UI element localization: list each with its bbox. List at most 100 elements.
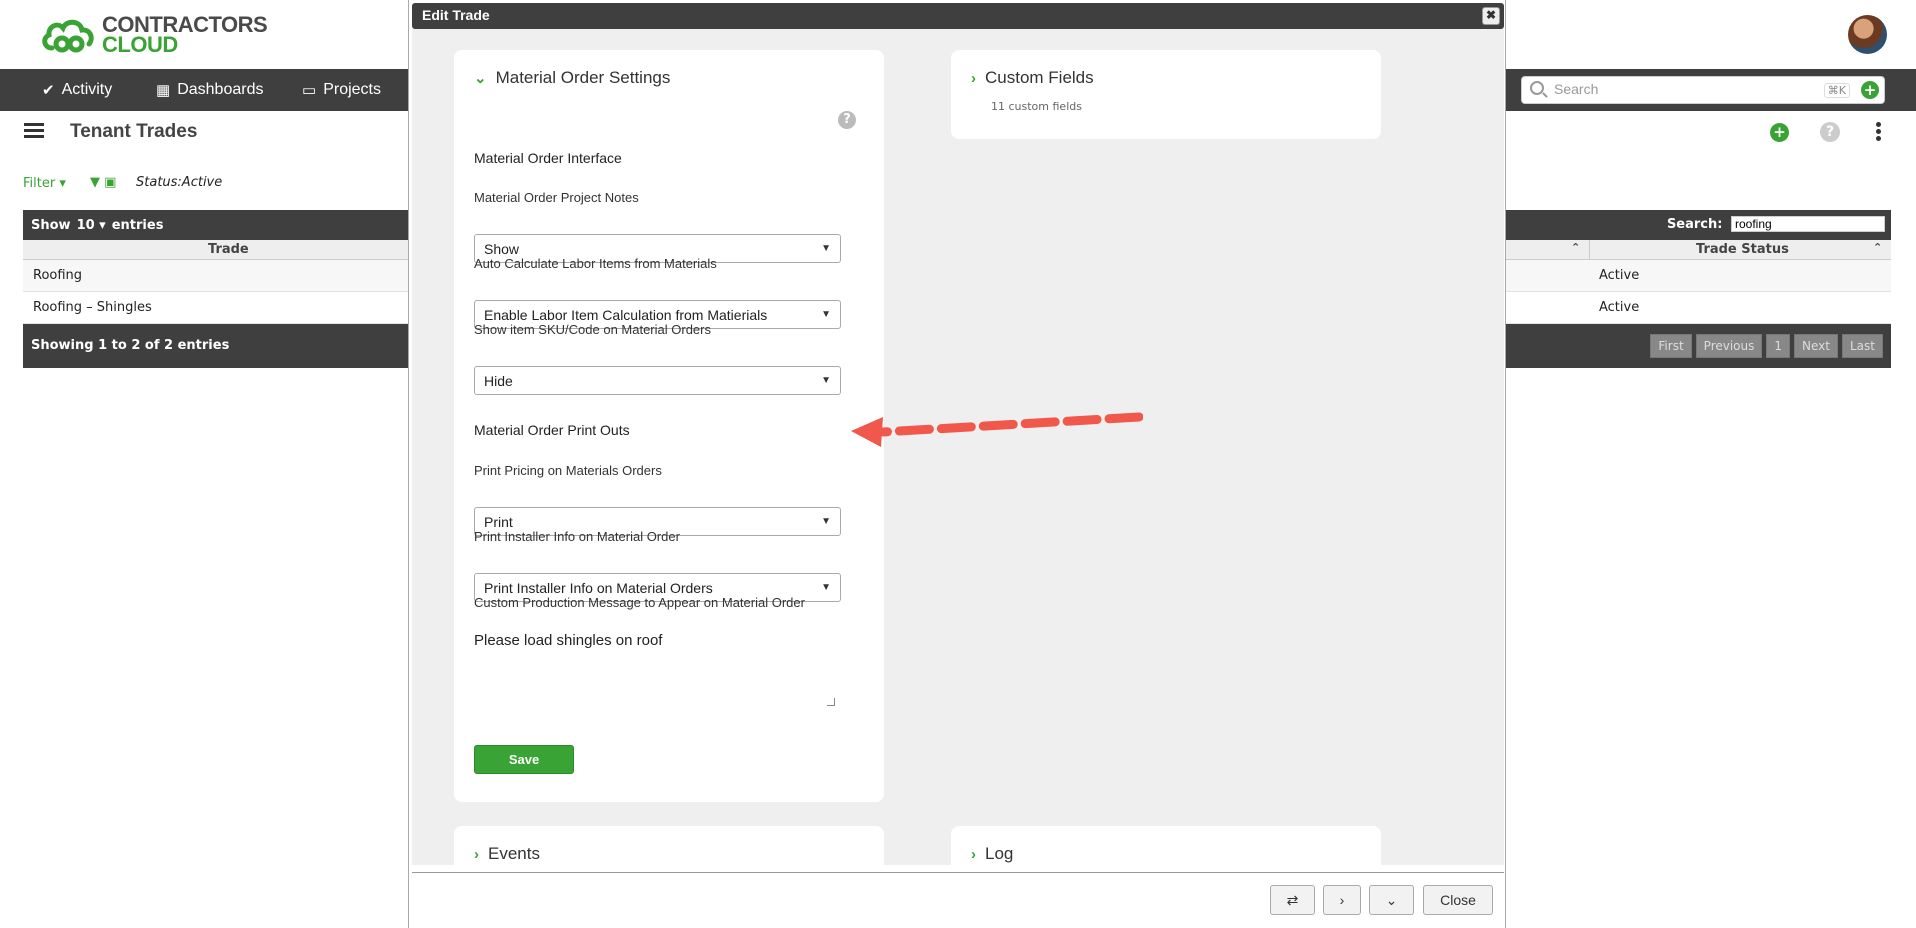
- more-options-icon[interactable]: [1876, 122, 1882, 142]
- grid-icon: ▦: [156, 82, 171, 99]
- filter-tools: ▼ ▣: [90, 175, 116, 190]
- chevron-right-icon: ›: [474, 845, 479, 863]
- production-message-textarea[interactable]: Please load shingles on roof: [474, 628, 841, 710]
- modal-footer: ⇄ › ⌄ Close: [412, 872, 1504, 928]
- nav-activity-label: Activity: [61, 81, 113, 98]
- nav-activity[interactable]: ✔ Activity: [42, 69, 112, 111]
- contractors-cloud-logo[interactable]: CONTRACTORS CLOUD: [40, 14, 268, 57]
- filter-label: Filter: [23, 176, 56, 191]
- pager-next[interactable]: Next: [1794, 334, 1838, 358]
- textarea-value: Please load shingles on roof: [474, 632, 663, 649]
- chevron-down-icon: ▼: [821, 516, 831, 527]
- pagination: First Previous 1 Next Last: [1650, 334, 1883, 358]
- add-trade-icon[interactable]: +: [1770, 123, 1789, 142]
- funnel-icon[interactable]: ▼: [90, 175, 100, 190]
- sku-code-select[interactable]: Hide ▼: [474, 366, 841, 395]
- panel-heading: Events: [488, 844, 540, 863]
- select-value: Show: [484, 240, 520, 257]
- field-label: Material Order Project Notes: [474, 190, 639, 205]
- global-search[interactable]: ⌘K: [1521, 76, 1885, 104]
- cloud-logo-icon: [40, 14, 98, 56]
- help-icon[interactable]: ?: [838, 111, 856, 129]
- nav-dashboards-label: Dashboards: [177, 81, 264, 98]
- page-size-select[interactable]: 10 ▾: [77, 218, 106, 233]
- panel-heading: Log: [985, 844, 1014, 863]
- nav-dashboards[interactable]: ▦ Dashboards: [156, 69, 263, 111]
- save-filter-icon[interactable]: ▣: [104, 175, 116, 190]
- select-value: Print Installer Info on Material Orders: [484, 579, 713, 596]
- quick-add-icon[interactable]: +: [1861, 81, 1879, 99]
- annotation-arrow: [851, 412, 1143, 447]
- panel-toggle-log[interactable]: › Log: [971, 844, 1013, 864]
- chevron-down-icon[interactable]: ⌄: [1369, 885, 1414, 915]
- material-order-settings-panel: ⌄ Material Order Settings ? Material Ord…: [454, 50, 884, 802]
- field-label: Auto Calculate Labor Items from Material…: [474, 256, 717, 271]
- save-button[interactable]: Save: [474, 745, 574, 774]
- entries-label: entries: [111, 217, 164, 233]
- chevron-right-icon: ›: [971, 69, 976, 87]
- pager-page-1[interactable]: 1: [1766, 334, 1791, 358]
- chevron-down-icon: ▼: [821, 582, 831, 593]
- custom-fields-count: 11 custom fields: [991, 100, 1082, 113]
- sort-icon[interactable]: ⌃: [1873, 241, 1882, 254]
- panel-heading: Custom Fields: [985, 68, 1094, 87]
- global-search-input[interactable]: [1554, 81, 1794, 97]
- folder-open-icon: ▭: [302, 82, 317, 99]
- pager-previous[interactable]: Previous: [1695, 334, 1763, 358]
- edit-trade-modal: Edit Trade ✖ ⌄ Material Order Settings ?…: [408, 0, 1506, 928]
- col-trade-status[interactable]: Trade Status: [1696, 242, 1789, 257]
- search-shortcut-hint: ⌘K: [1823, 83, 1850, 98]
- logo-line-2: CLOUD: [102, 32, 178, 57]
- field-label: Print Installer Info on Material Order: [474, 529, 680, 544]
- menu-icon[interactable]: [24, 123, 44, 139]
- pager-last[interactable]: Last: [1842, 334, 1883, 358]
- panel-heading: Material Order Settings: [495, 68, 671, 87]
- chevron-down-icon: ▼: [821, 375, 831, 386]
- search-icon: [1530, 81, 1544, 95]
- section-title: Material Order Print Outs: [474, 422, 630, 438]
- page-size-value: 10: [76, 217, 95, 233]
- select-value: Hide: [484, 372, 513, 389]
- trade-cell[interactable]: Roofing – Shingles: [33, 300, 152, 315]
- close-button[interactable]: Close: [1423, 885, 1493, 915]
- filter-dropdown[interactable]: Filter ▾: [23, 176, 66, 191]
- status-filter-chip: Status:Active: [136, 175, 223, 190]
- chevron-down-icon: ▼: [821, 309, 831, 320]
- table-info: Showing 1 to 2 of 2 entries: [31, 338, 230, 353]
- modal-titlebar[interactable]: Edit Trade ✖: [412, 3, 1504, 29]
- nav-projects-label: Projects: [323, 81, 381, 98]
- chevron-down-icon: ▼: [821, 243, 831, 254]
- table-search-label: Search:: [1666, 217, 1723, 232]
- chevron-down-icon: ⌄: [474, 70, 487, 87]
- col-trade[interactable]: Trade: [208, 242, 249, 257]
- status-cell: Active: [1599, 268, 1640, 283]
- status-cell: Active: [1599, 300, 1640, 315]
- field-label: Show item SKU/Code on Material Orders: [474, 322, 711, 337]
- panel-toggle-events[interactable]: › Events: [474, 844, 540, 864]
- check-circle-icon: ✔: [42, 82, 55, 99]
- table-search-input[interactable]: [1731, 216, 1885, 232]
- caret-down-icon: ▾: [59, 176, 66, 191]
- custom-fields-panel: › Custom Fields 11 custom fields: [951, 50, 1381, 139]
- log-panel: › Log: [951, 826, 1381, 865]
- swap-icon[interactable]: ⇄: [1270, 885, 1315, 915]
- resize-handle-icon[interactable]: [827, 698, 835, 706]
- nav-projects[interactable]: ▭ Projects: [302, 69, 381, 111]
- chevron-right-icon[interactable]: ›: [1323, 885, 1361, 915]
- panel-toggle-material-settings[interactable]: ⌄ Material Order Settings: [474, 68, 670, 88]
- page-title: Tenant Trades: [70, 121, 198, 142]
- field-label: Custom Production Message to Appear on M…: [474, 595, 805, 610]
- trade-cell[interactable]: Roofing: [33, 268, 82, 283]
- close-icon[interactable]: ✖: [1482, 7, 1500, 25]
- sort-icon[interactable]: ⌃: [1571, 241, 1580, 254]
- select-value: Print: [484, 513, 513, 530]
- table-search: Search:: [1667, 216, 1885, 232]
- modal-title: Edit Trade: [422, 7, 490, 23]
- events-panel: › Events: [454, 826, 884, 865]
- select-value: Enable Labor Item Calculation from Matie…: [484, 306, 768, 323]
- pager-first[interactable]: First: [1650, 334, 1692, 358]
- show-label: Show: [31, 217, 71, 233]
- help-icon[interactable]: ?: [1820, 122, 1840, 142]
- user-avatar[interactable]: [1848, 15, 1887, 54]
- panel-toggle-custom-fields[interactable]: › Custom Fields: [971, 68, 1094, 88]
